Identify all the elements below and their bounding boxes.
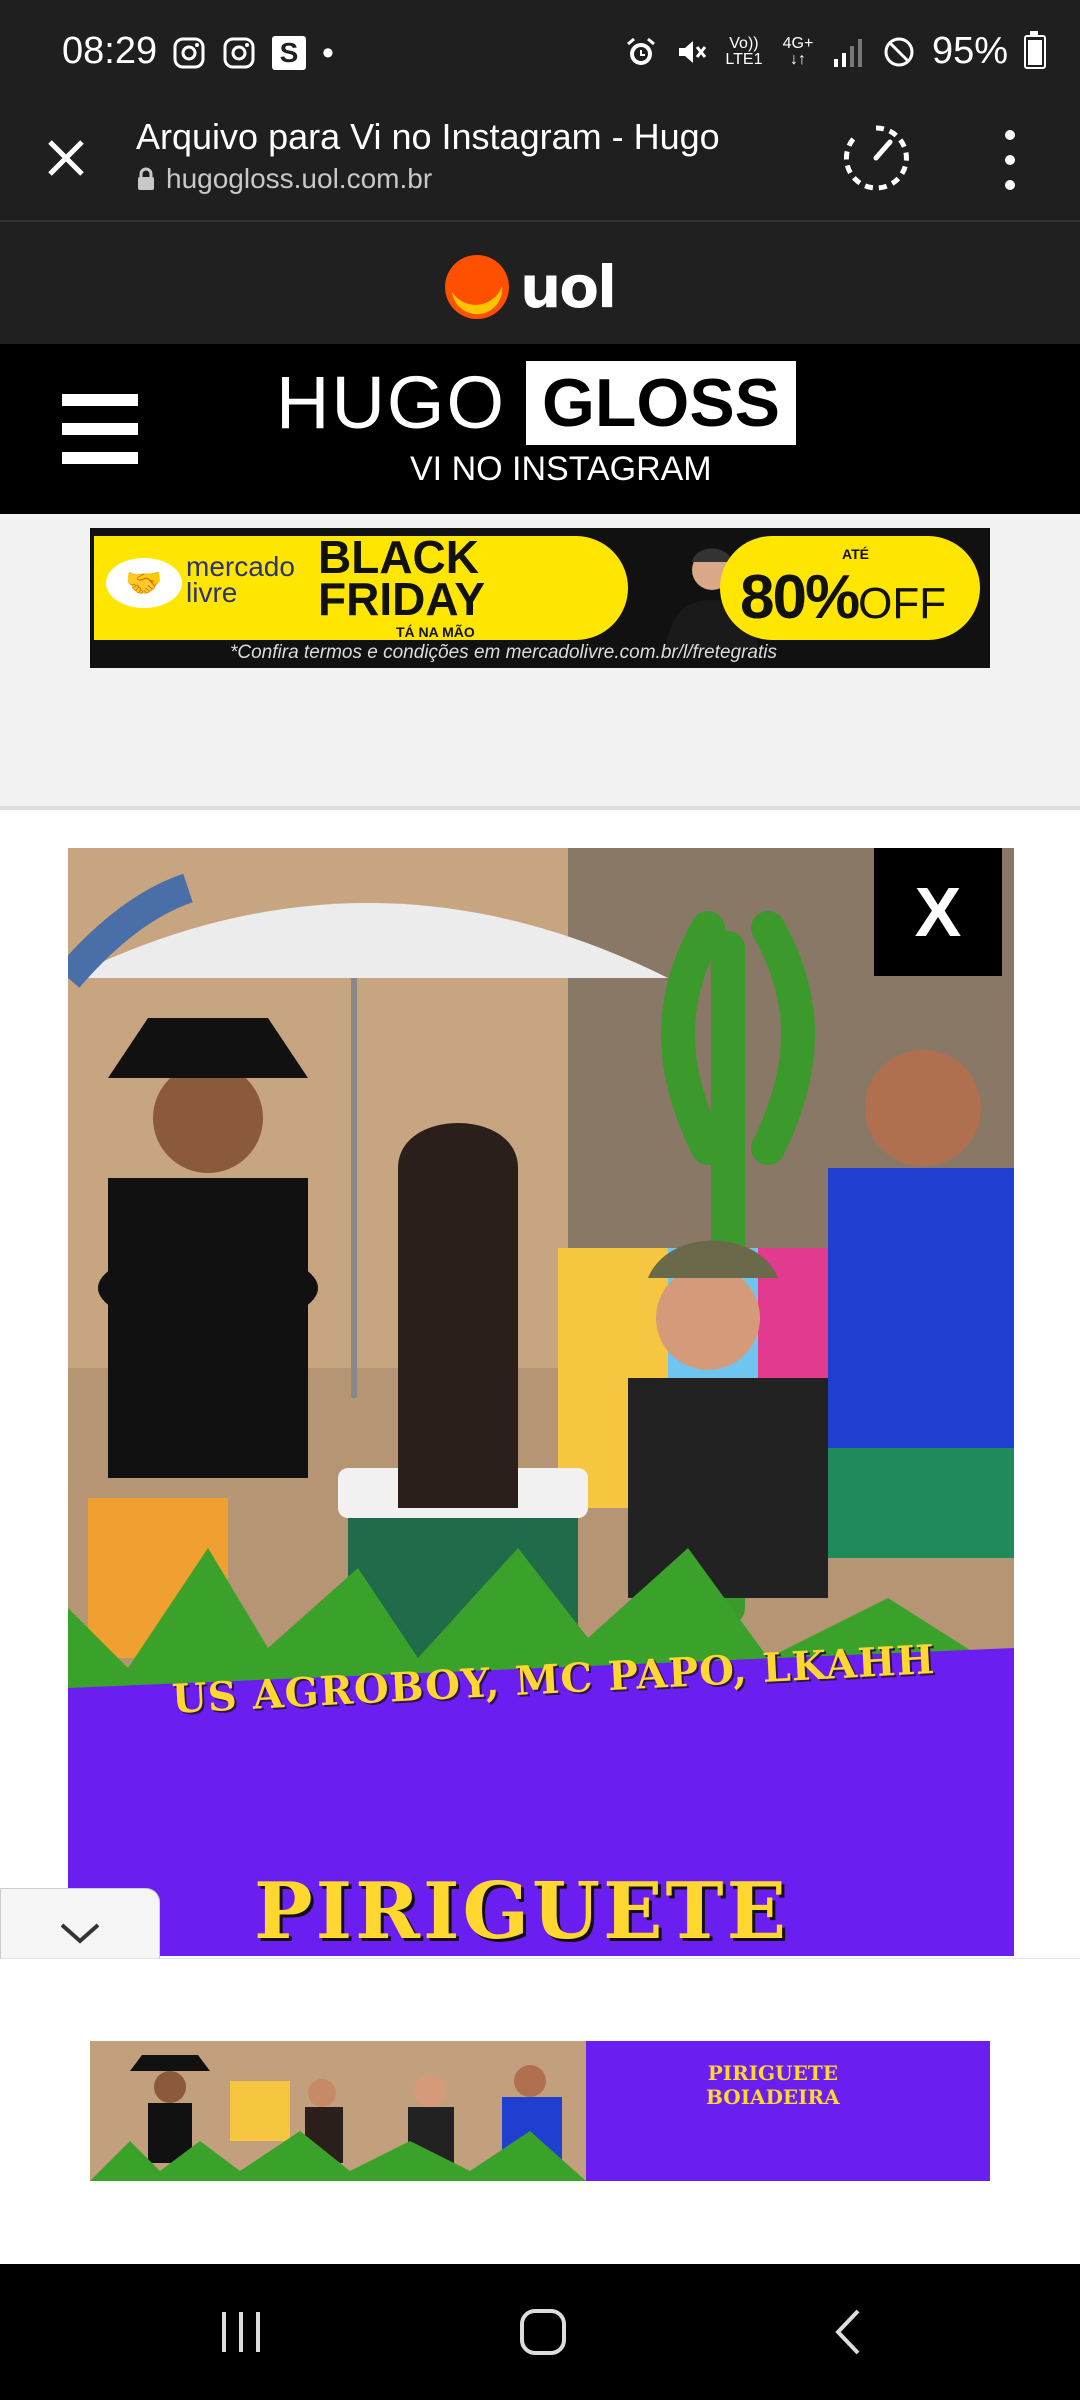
instagram-icon: [223, 37, 255, 69]
battery-icon: [1024, 30, 1046, 69]
lock-icon: [138, 167, 154, 190]
url-text: hugogloss.uol.com.br: [166, 163, 433, 194]
url-bar[interactable]: hugogloss.uol.com.br: [136, 163, 432, 195]
page-title: Arquivo para Vi no Instagram - Hugo: [136, 116, 720, 157]
notification-dot: •: [322, 34, 334, 72]
ad-tagline: TÁ NA MÃO: [396, 624, 475, 640]
status-bar: 08:29 S • Vo)) LTE1 4G+ ↓↑ 95%: [0, 0, 1080, 110]
home-icon: [520, 2309, 566, 2355]
video-ad-image: [68, 848, 1014, 1956]
mute-icon: [678, 40, 707, 63]
overflow-menu-button[interactable]: [990, 130, 1030, 190]
clock: 08:29: [62, 30, 158, 72]
logo-gloss: GLOSS: [526, 360, 797, 445]
bottom-banner-ad[interactable]: PIRIGUETE BOIADEIRA: [90, 2041, 990, 2181]
signal-icon: [833, 38, 862, 67]
bottom-ad-title: PIRIGUETE BOIADEIRA: [706, 2061, 840, 2109]
system-icons: Vo)) LTE1 4G+ ↓↑ 95%: [624, 30, 1046, 73]
ad-song-title: PIRIGUETE: [254, 1866, 790, 1956]
home-button[interactable]: [508, 2302, 578, 2362]
s-app-icon: S: [272, 36, 306, 70]
black-friday-ad[interactable]: 🤝 mercado livre BLACK FRIDAY TÁ NA MÃO ATÉ…: [90, 528, 990, 668]
uol-logo[interactable]: uol: [442, 252, 617, 322]
bottom-ad-image: [90, 2041, 586, 2181]
browser-toolbar: Arquivo para Vi no Instagram - Hugo hugo…: [0, 110, 1080, 222]
notification-icons: S •: [172, 36, 334, 70]
hamburger-menu-button[interactable]: [62, 394, 138, 464]
section-title: VI NO INSTAGRAM: [410, 450, 712, 488]
logo-hugo: HUGO: [276, 361, 506, 444]
uol-logo-text: uol: [520, 253, 617, 321]
video-ad[interactable]: X US AGROBOY, MC PAPO, LKAHH PIRIGUETE: [68, 848, 1014, 1956]
back-icon: [835, 2309, 860, 2355]
4g-icon: 4G+ ↓↑: [782, 34, 814, 68]
system-navigation-bar: [0, 2264, 1080, 2400]
ad-headline: BLACK FRIDAY: [318, 531, 485, 625]
recents-button[interactable]: [206, 2302, 276, 2362]
ad-discount: 80%OFF: [740, 563, 947, 632]
battery-percent: 95%: [931, 30, 1008, 72]
hugo-gloss-logo[interactable]: HUGO GLOSS: [276, 360, 797, 445]
close-icon: [48, 140, 84, 176]
speedometer-icon[interactable]: [840, 122, 912, 194]
uol-band: uol: [0, 222, 1080, 344]
instagram-icon: [173, 37, 205, 69]
uol-ball-icon: [445, 255, 509, 319]
ad-brand: mercado livre: [186, 551, 295, 608]
ad-prefix: ATÉ: [842, 546, 869, 562]
bottom-ad-bar: PIRIGUETE BOIADEIRA: [0, 1958, 1080, 2265]
handshake-icon: 🤝: [106, 558, 182, 608]
site-header: HUGO GLOSS VI NO INSTAGRAM: [0, 344, 1080, 514]
alarm-icon: [626, 37, 655, 65]
back-button[interactable]: [812, 2302, 882, 2362]
battery-fill: [1028, 40, 1042, 65]
close-ad-button[interactable]: X: [874, 848, 1002, 976]
recents-icon: [222, 2312, 260, 2352]
volte-icon: Vo)) LTE1: [725, 34, 763, 68]
close-tab-button[interactable]: [38, 130, 94, 186]
chevron-down-icon: [60, 1923, 100, 1944]
ad-fine-print: *Confira termos e condições em mercadoli…: [230, 642, 777, 663]
do-not-disturb-icon: [884, 37, 914, 66]
